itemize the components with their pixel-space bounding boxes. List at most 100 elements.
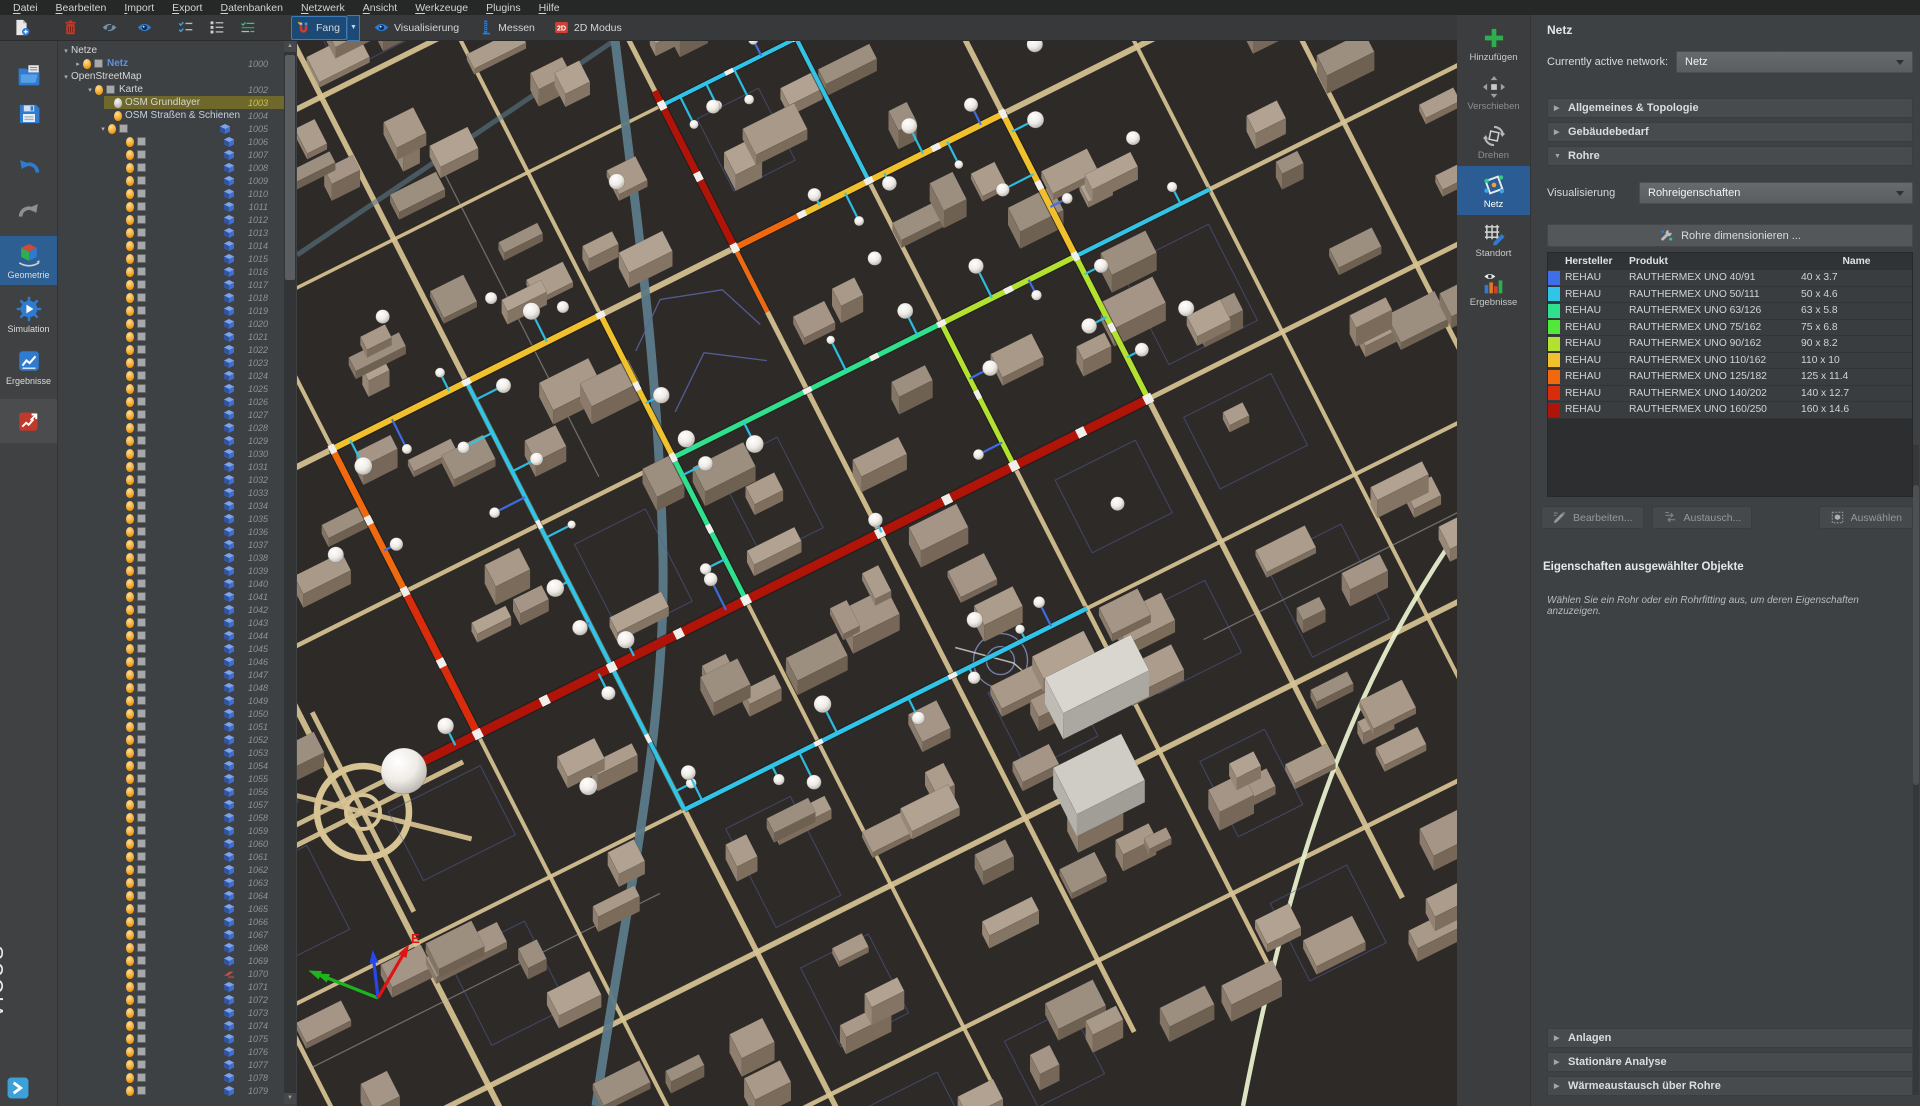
visibility-bulb-icon[interactable] — [126, 904, 134, 914]
table-row[interactable]: REHAU RAUTHERMEX UNO 160/250 160 x 14.6 — [1548, 402, 1912, 419]
visibility-bulb-icon[interactable] — [126, 709, 134, 719]
tree-row[interactable]: Holbeinstraße 125, Holbeinstra1042 — [58, 603, 284, 616]
visibility-bulb-icon[interactable] — [126, 891, 134, 901]
selection-checkbox[interactable] — [137, 943, 146, 952]
viewport-3d[interactable]: E — [297, 40, 1457, 1106]
selection-checkbox[interactable] — [137, 605, 146, 614]
selection-checkbox[interactable] — [137, 930, 146, 939]
tree-row[interactable]: Robert-Diez-Straße 131021 — [58, 330, 284, 343]
tree-row[interactable]: Elsasser Straße 1, Elsasser Straß1051 — [58, 720, 284, 733]
visibility-bulb-icon[interactable] — [126, 605, 134, 615]
visibility-bulb-icon[interactable] — [126, 332, 134, 342]
visibility-bulb-icon[interactable] — [126, 943, 134, 953]
visibility-bulb-icon[interactable] — [126, 1086, 134, 1096]
selection-checkbox[interactable] — [137, 579, 146, 588]
tree-row[interactable]: Heinrich-Schütz-Straße 221067 — [58, 928, 284, 941]
tree-row[interactable]: Thielaustraße 41058 — [58, 811, 284, 824]
visibility-bulb-icon[interactable] — [126, 696, 134, 706]
selection-checkbox[interactable] — [137, 449, 146, 458]
selection-checkbox[interactable] — [94, 59, 103, 68]
visibility-bulb-icon[interactable] — [126, 618, 134, 628]
tree-row[interactable]: Pillnitzer Landstraße 281065 — [58, 902, 284, 915]
selection-checkbox[interactable] — [137, 332, 146, 341]
section-stationäre-analyse[interactable]: ▶Stationäre Analyse — [1547, 1052, 1913, 1072]
selection-checkbox[interactable] — [137, 176, 146, 185]
selection-checkbox[interactable] — [137, 683, 146, 692]
selection-checkbox[interactable] — [137, 345, 146, 354]
selection-checkbox[interactable] — [137, 527, 146, 536]
scroll-up-arrow[interactable]: ▲ — [284, 41, 296, 52]
chevron-down-icon[interactable]: ▾ — [98, 125, 108, 133]
selection-checkbox[interactable] — [137, 293, 146, 302]
visibility-bulb-icon[interactable] — [126, 982, 134, 992]
tree-scroll-thumb[interactable] — [285, 55, 295, 280]
selection-checkbox[interactable] — [137, 566, 146, 575]
selection-checkbox[interactable] — [137, 553, 146, 562]
menu-item-bearbeiten[interactable]: Bearbeiten — [47, 2, 116, 14]
selection-checkbox[interactable] — [137, 436, 146, 445]
selection-checkbox[interactable] — [137, 644, 146, 653]
visibility-bulb-icon[interactable] — [126, 241, 134, 251]
tree-row[interactable]: Berggießhübler Straße 131008 — [58, 161, 284, 174]
selection-checkbox[interactable] — [137, 410, 146, 419]
section-anlagen[interactable]: ▶Anlagen — [1547, 1028, 1913, 1048]
tree-row[interactable]: OSM-Gebäude1068 — [58, 941, 284, 954]
tree-row[interactable]: Schillerstraße 4k1029 — [58, 434, 284, 447]
table-row[interactable]: REHAU RAUTHERMEX UNO 140/202 140 x 12.7 — [1548, 386, 1912, 403]
tree-row[interactable]: Thielaustraße 91026 — [58, 395, 284, 408]
selection-checkbox[interactable] — [137, 1047, 146, 1056]
active-network-dropdown[interactable]: Netz — [1676, 51, 1913, 73]
tree-row[interactable]: OSM-Gebäude1072 — [58, 993, 284, 1006]
chevron-right-icon[interactable]: ▸ — [73, 60, 83, 68]
selection-checkbox[interactable] — [137, 956, 146, 965]
save-project-button[interactable] — [16, 101, 42, 127]
selection-checkbox[interactable] — [106, 85, 115, 94]
selection-checkbox[interactable] — [137, 631, 146, 640]
tree-row[interactable]: Rothermundtstraße 71075 — [58, 1032, 284, 1045]
tree-row[interactable]: Altstriesen 19, Altstriesen 21, Al1047 — [58, 668, 284, 681]
edit-pipe-button[interactable]: Bearbeiten... — [1541, 506, 1644, 529]
selection-checkbox[interactable] — [137, 280, 146, 289]
visibility-bulb-icon[interactable] — [108, 124, 116, 134]
visibility-bulb-icon[interactable] — [126, 358, 134, 368]
selection-checkbox[interactable] — [137, 371, 146, 380]
selection-checkbox[interactable] — [137, 254, 146, 263]
selection-checkbox[interactable] — [137, 423, 146, 432]
chevron-down-icon[interactable]: ▾ — [61, 73, 71, 81]
visibility-bulb-icon[interactable] — [126, 748, 134, 758]
visibility-bulb-icon[interactable] — [126, 423, 134, 433]
mode-geometrie[interactable]: Geometrie — [0, 236, 57, 285]
selection-checkbox[interactable] — [137, 839, 146, 848]
visibility-bulb-icon[interactable] — [126, 215, 134, 225]
tree-row[interactable]: Hans-Böhm-Straße 21062 — [58, 863, 284, 876]
tree-row[interactable]: OSM-Gebäude1011 — [58, 200, 284, 213]
visibility-bulb-icon[interactable] — [126, 280, 134, 290]
tree-row[interactable]: Schandauer Straße 61 HH1006 — [58, 135, 284, 148]
selection-checkbox[interactable] — [137, 501, 146, 510]
selection-checkbox[interactable] — [137, 150, 146, 159]
tree-row[interactable]: OSM-Gebäude1046 — [58, 655, 284, 668]
tree-row[interactable]: ▾OpenStreetMap — [58, 70, 284, 83]
visibility-bulb-icon[interactable] — [126, 1008, 134, 1018]
visibility-bulb-icon[interactable] — [95, 85, 103, 95]
tree-row[interactable]: OSM Grundlayer1003 — [58, 96, 284, 109]
selection-checkbox[interactable] — [137, 748, 146, 757]
tree-row[interactable]: OSM-Gebäude1064 — [58, 889, 284, 902]
menu-item-plugins[interactable]: Plugins — [477, 2, 529, 14]
selection-checkbox[interactable] — [137, 878, 146, 887]
selection-checkbox[interactable] — [137, 1008, 146, 1017]
tree-row[interactable]: OSM-Gebäude1048 — [58, 681, 284, 694]
visibility-bulb-icon[interactable] — [126, 813, 134, 823]
visibility-bulb-icon[interactable] — [126, 527, 134, 537]
table-row[interactable]: REHAU RAUTHERMEX UNO 110/162 110 x 10 — [1548, 353, 1912, 370]
selection-checkbox[interactable] — [137, 358, 146, 367]
tree-row[interactable]: OSM-Gebäude1013 — [58, 226, 284, 239]
mode-2d-button[interactable]: 2D 2D Modus — [550, 16, 625, 40]
visibility-bulb-icon[interactable] — [126, 228, 134, 238]
tree-row[interactable]: OSM-Gebäude1040 — [58, 577, 284, 590]
hide-selected-button[interactable] — [98, 16, 121, 40]
tree-row[interactable]: OSM-Gebäude1053 — [58, 746, 284, 759]
visibility-bulb-icon[interactable] — [114, 98, 122, 108]
selection-checkbox[interactable] — [137, 462, 146, 471]
visibility-bulb-icon[interactable] — [126, 163, 134, 173]
